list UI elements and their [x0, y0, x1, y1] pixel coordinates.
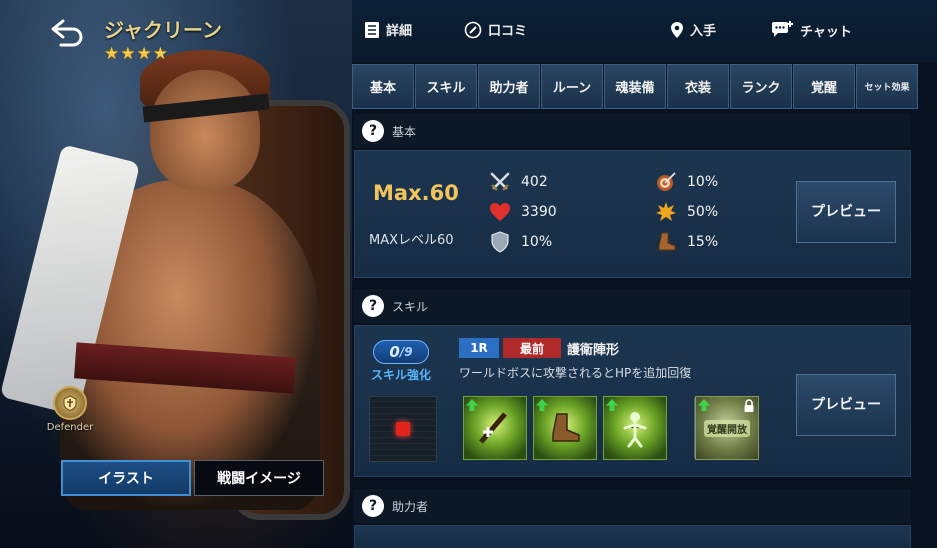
skill-section-header: ? スキル: [354, 289, 911, 323]
star-icon: ★: [104, 44, 120, 64]
basic-preview-button[interactable]: プレビュー: [796, 181, 896, 243]
defender-emblem-icon: [53, 386, 87, 420]
skill-description: ワールドボスに攻撃されるとHPを追加回復: [459, 366, 692, 380]
crossed-swords-icon: [489, 171, 511, 193]
character-name: ジャクリーン: [104, 18, 222, 42]
skill-enhance-counter: 0 / 9: [373, 340, 429, 364]
stat-crit-value: 50%: [687, 204, 719, 220]
battle-image-button[interactable]: 戦闘イメージ: [194, 460, 324, 496]
obtain-button[interactable]: 入手: [670, 20, 716, 39]
lock-icon: [744, 399, 754, 412]
red-dot-icon: [396, 422, 410, 436]
tab-rank[interactable]: ランク: [730, 64, 792, 109]
glowing-figure-icon: [623, 412, 647, 448]
stat-speed: 15%: [655, 231, 718, 253]
skill-icon-boots[interactable]: [533, 396, 597, 460]
tab-basic[interactable]: 基本: [352, 64, 414, 109]
stat-hp-value: 3390: [521, 204, 557, 220]
basic-section-title: 基本: [392, 124, 417, 139]
help-icon[interactable]: ?: [362, 295, 384, 317]
details-button[interactable]: 詳細: [364, 20, 412, 39]
help-icon[interactable]: ?: [362, 495, 384, 517]
tab-costume[interactable]: 衣装: [667, 64, 729, 109]
helper-section-header: ? 助力者: [354, 489, 911, 523]
class-badge: Defender: [38, 386, 102, 440]
burst-icon: [655, 201, 677, 223]
back-button[interactable]: [46, 14, 88, 50]
stat-accuracy: 10%: [655, 171, 718, 193]
skill-icon-weapon[interactable]: [463, 396, 527, 460]
stat-hp: 3390: [489, 201, 557, 223]
skill-preview-button[interactable]: プレビュー: [796, 374, 896, 436]
illust-button[interactable]: イラスト: [61, 460, 191, 496]
tab-set-effect[interactable]: セット効果: [856, 64, 918, 109]
chat-button[interactable]: チャット: [770, 20, 852, 40]
back-arrow-icon: [51, 19, 83, 47]
tab-bar: 基本 スキル 助力者 ルーン 魂装備 衣装 ランク 覚醒 セット効果: [352, 64, 922, 109]
stat-accuracy-value: 10%: [687, 174, 719, 190]
obtain-label: 入手: [690, 24, 717, 39]
awaken-release-label: 覚醒開放: [704, 419, 750, 437]
details-label: 詳細: [386, 24, 413, 39]
helper-section: [354, 525, 911, 548]
tab-skill[interactable]: スキル: [415, 64, 477, 109]
star-icon: ★: [136, 44, 152, 64]
basic-section: Max.60 MAXレベル60 402 3390 10% 10% 50% 15%…: [354, 150, 911, 278]
max-level-subtitle: MAXレベル60: [369, 233, 454, 248]
pencil-circle-icon: [464, 21, 482, 38]
chat-bubble-icon: [772, 21, 793, 37]
skill-count-max: 9: [404, 345, 413, 359]
skill-icon-awaken-locked[interactable]: 覚醒開放: [695, 396, 759, 460]
stat-attack: 402: [489, 171, 548, 193]
sword-plus-icon: [479, 412, 507, 444]
reviews-button[interactable]: 口コミ: [464, 20, 527, 39]
heart-icon: [489, 201, 511, 223]
skill-enhance-label: スキル強化: [371, 368, 432, 382]
round-tag: 1R: [459, 338, 499, 358]
skill-section: 0 / 9 スキル強化 1R 最前 護衛陣形 ワールドボスに攻撃されるとHPを追…: [354, 325, 911, 477]
stat-attack-value: 402: [521, 174, 548, 190]
chat-label: チャット: [800, 24, 852, 40]
star-icon: ★: [120, 44, 136, 64]
boot-icon: [655, 231, 677, 253]
skill-section-title: スキル: [392, 299, 429, 314]
document-icon: [365, 21, 379, 38]
shield-icon: [489, 231, 511, 253]
boots-icon: [552, 413, 580, 442]
max-level: Max.60: [373, 181, 459, 205]
basic-section-header: ? 基本: [354, 114, 911, 148]
location-pin-icon: [671, 21, 683, 38]
class-label: Defender: [46, 422, 94, 433]
character-head: [150, 70, 260, 190]
stat-defense-value: 10%: [521, 234, 553, 250]
tab-rune[interactable]: ルーン: [541, 64, 603, 109]
stat-defense: 10%: [489, 231, 552, 253]
position-tag: 最前: [503, 338, 561, 358]
star-rating: ★ ★ ★ ★: [104, 46, 168, 63]
skill-slot-empty[interactable]: [369, 396, 437, 462]
helper-section-title: 助力者: [392, 499, 429, 514]
stat-crit: 50%: [655, 201, 718, 223]
tab-soul-equipment[interactable]: 魂装備: [604, 64, 666, 109]
tab-awakening[interactable]: 覚醒: [793, 64, 855, 109]
stat-speed-value: 15%: [687, 234, 719, 250]
tab-helper[interactable]: 助力者: [478, 64, 540, 109]
skill-icon-figure[interactable]: [603, 396, 667, 460]
reviews-label: 口コミ: [488, 24, 528, 39]
top-bar: 詳細 口コミ 入手 チャット: [352, 0, 937, 62]
skill-name: 護衛陣形: [567, 343, 620, 358]
star-icon: ★: [152, 44, 168, 64]
upgrade-arrow-icon: [698, 399, 710, 411]
help-icon[interactable]: ?: [362, 120, 384, 142]
skill-count-current: 0: [389, 343, 400, 361]
target-icon: [655, 171, 677, 193]
